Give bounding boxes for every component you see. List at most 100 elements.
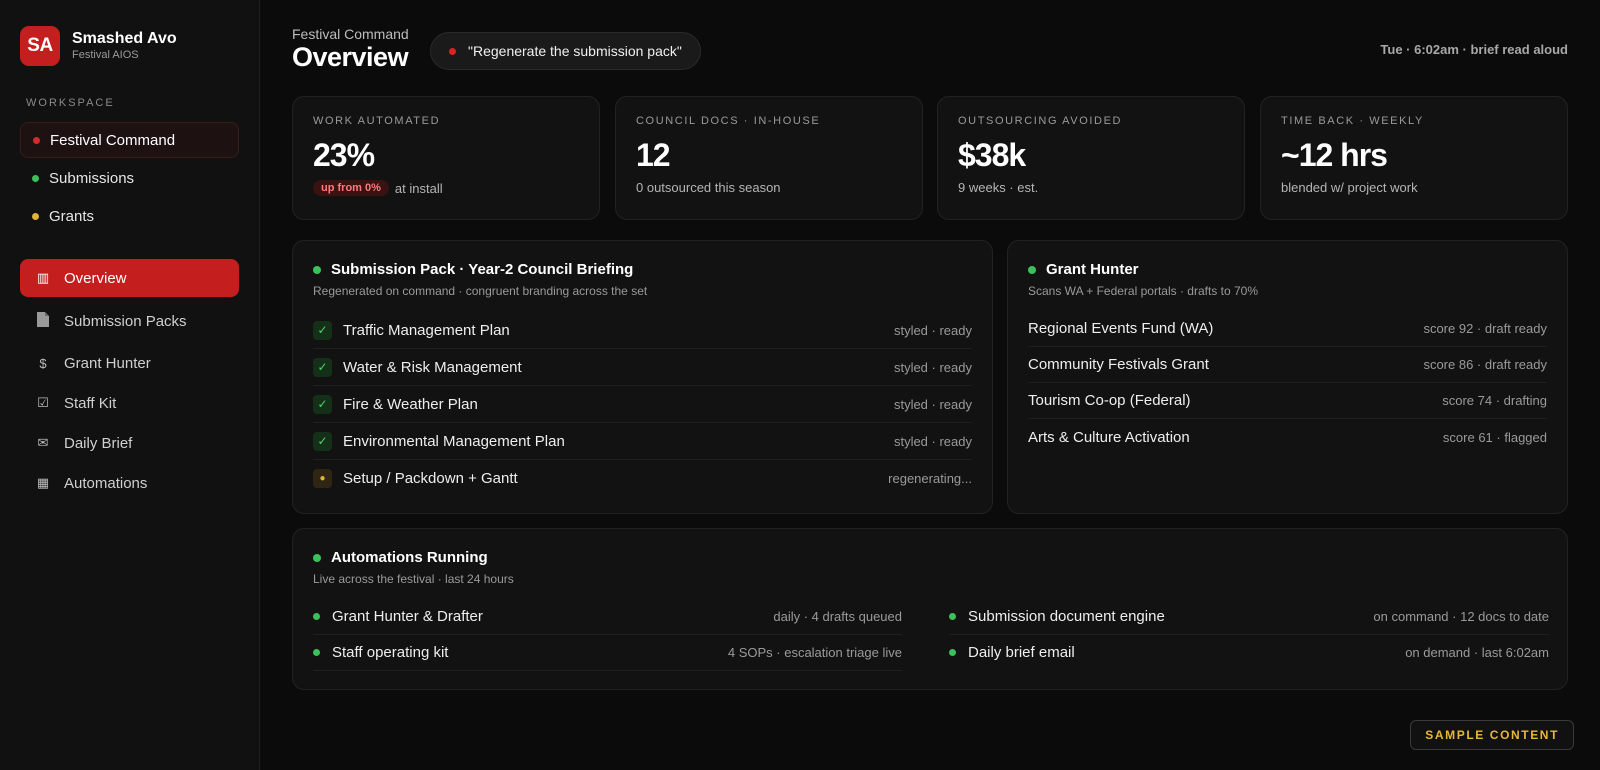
mail-icon: ✉ bbox=[37, 435, 49, 450]
nav-item-automations[interactable]: ▦ Automations bbox=[20, 464, 239, 502]
kpi-sub: blended w/ project work bbox=[1281, 180, 1418, 195]
row-status: on demand · last 6:02am bbox=[1405, 645, 1549, 660]
automation-row[interactable]: Staff operating kit 4 SOPs · escalation … bbox=[313, 634, 902, 671]
automation-row[interactable]: Grant Hunter & Drafter daily · 4 drafts … bbox=[313, 598, 902, 635]
row-label: Environmental Management Plan bbox=[343, 432, 565, 450]
page-title: Overview bbox=[292, 42, 409, 72]
main-content: Festival Command Overview "Regenerate th… bbox=[292, 0, 1568, 770]
grant-row[interactable]: Tourism Co-op (Federal) score 74 · draft… bbox=[1028, 383, 1547, 419]
nav-item-label: Staff Kit bbox=[64, 394, 117, 412]
submission-pack-panel: Submission Pack · Year-2 Council Briefin… bbox=[292, 240, 993, 514]
row-status: on command · 12 docs to date bbox=[1373, 608, 1549, 624]
nav-item-label: Overview bbox=[64, 269, 127, 287]
status-dot bbox=[313, 648, 320, 656]
panel-title: Grant Hunter bbox=[1046, 261, 1139, 278]
status-dot bbox=[32, 174, 39, 182]
row-label: Setup / Packdown + Gantt bbox=[343, 470, 518, 487]
workspace-item-festival-command[interactable]: Festival Command bbox=[20, 122, 239, 158]
nav-item-daily-brief[interactable]: ✉ Daily Brief bbox=[20, 424, 239, 462]
document-icon bbox=[34, 311, 52, 331]
nav-item-label: Submission Packs bbox=[64, 312, 187, 330]
nav-item-label: Automations bbox=[64, 474, 148, 492]
status-dot bbox=[1028, 265, 1036, 274]
workspace-item-grants[interactable]: Grants bbox=[20, 198, 239, 234]
row-label: Tourism Co-op (Federal) bbox=[1028, 392, 1191, 409]
row-label: Staff operating kit bbox=[332, 643, 449, 661]
submission-row[interactable]: ✓ Fire & Weather Plan styled · ready bbox=[313, 386, 972, 423]
grant-row[interactable]: Community Festivals Grant score 86 · dra… bbox=[1028, 347, 1547, 383]
status-dot bbox=[949, 649, 956, 656]
status-dot bbox=[313, 612, 320, 620]
nav-item-label: Daily Brief bbox=[64, 434, 133, 452]
brand-name: Smashed Avo bbox=[72, 30, 177, 47]
automation-row[interactable]: Daily brief email on demand · last 6:02a… bbox=[949, 634, 1549, 671]
workspace-item-label: Submissions bbox=[49, 169, 135, 187]
row-status: 4 SOPs · escalation triage live bbox=[727, 644, 902, 660]
status-dot bbox=[32, 212, 39, 220]
kpi-value: $38k bbox=[958, 137, 1026, 173]
row-label: Fire & Weather Plan bbox=[343, 395, 478, 413]
workspace-item-label: Festival Command bbox=[50, 131, 176, 149]
dollar-icon: $ bbox=[39, 355, 47, 371]
row-status: styled · ready bbox=[893, 396, 972, 412]
nav-item-grant-hunter[interactable]: $ Grant Hunter bbox=[20, 344, 239, 382]
voice-command-text: "Regenerate the submission pack" bbox=[468, 43, 682, 59]
row-label: Community Festivals Grant bbox=[1028, 356, 1209, 373]
grant-row[interactable]: Arts & Culture Activation score 61 · fla… bbox=[1028, 419, 1547, 455]
check-icon: ✓ bbox=[313, 394, 332, 414]
voice-command-pill[interactable]: "Regenerate the submission pack" bbox=[430, 32, 701, 70]
grant-row[interactable]: Regional Events Fund (WA) score 92 · dra… bbox=[1028, 311, 1547, 347]
table-icon: ▦ bbox=[36, 475, 50, 490]
check-icon: ✓ bbox=[313, 431, 332, 451]
workspace-item-label: Grants bbox=[49, 207, 95, 225]
panel-title: Submission Pack · Year-2 Council Briefin… bbox=[331, 261, 634, 278]
row-label: Grant Hunter & Drafter bbox=[332, 607, 483, 625]
submission-row[interactable]: ✓ Environmental Management Plan styled ·… bbox=[313, 423, 972, 460]
brand[interactable]: SA Smashed Avo Festival AIOS bbox=[20, 26, 177, 66]
pending-icon: ● bbox=[313, 469, 332, 488]
row-label: Daily brief email bbox=[968, 644, 1075, 661]
kpi-value: 12 bbox=[636, 137, 671, 173]
kpi-badge: up from 0% bbox=[313, 180, 389, 196]
recording-dot-icon bbox=[449, 47, 456, 55]
nav-item-submission-packs[interactable]: Submission Packs bbox=[20, 302, 239, 340]
kpi-outsourcing-avoided: OUTSOURCING AVOIDED $38k 9 weeks · est. bbox=[937, 96, 1245, 220]
workspace-label: WORKSPACE bbox=[26, 97, 115, 109]
status-dot bbox=[949, 612, 956, 620]
checkbox-icon: ☑ bbox=[37, 395, 49, 410]
kpi-value: ~12 hrs bbox=[1281, 137, 1388, 173]
kpi-work-automated: WORK AUTOMATED 23% up from 0% at install bbox=[292, 96, 600, 220]
panel-subtitle: Scans WA + Federal portals · drafts to 7… bbox=[1028, 284, 1258, 298]
row-status: styled · ready bbox=[893, 433, 972, 449]
panel-subtitle: Regenerated on command · congruent brand… bbox=[313, 284, 648, 298]
submission-row[interactable]: ✓ Water & Risk Management styled · ready bbox=[313, 349, 972, 386]
row-label: Submission document engine bbox=[968, 607, 1165, 625]
kpi-council-docs: COUNCIL DOCS · IN-HOUSE 12 0 outsourced … bbox=[615, 96, 923, 220]
nav-item-label: Grant Hunter bbox=[64, 354, 151, 372]
nav-item-overview[interactable]: ▥ Overview bbox=[20, 259, 239, 297]
submission-row[interactable]: ● Setup / Packdown + Gantt regenerating.… bbox=[313, 460, 972, 497]
workspace-item-submissions[interactable]: Submissions bbox=[20, 160, 239, 196]
row-label: Arts & Culture Activation bbox=[1028, 428, 1190, 446]
automation-row[interactable]: Submission document engine on command · … bbox=[949, 598, 1549, 635]
submission-row[interactable]: ✓ Traffic Management Plan styled · ready bbox=[313, 312, 972, 349]
row-label: Traffic Management Plan bbox=[343, 321, 510, 339]
row-label: Regional Events Fund (WA) bbox=[1028, 320, 1214, 337]
panel-subtitle: Live across the festival · last 24 hours bbox=[313, 572, 514, 586]
row-status: score 86 · draft ready bbox=[1423, 357, 1547, 372]
grid-icon: ▥ bbox=[36, 270, 50, 285]
breadcrumb: Festival Command bbox=[292, 26, 409, 42]
kpi-value: 23% bbox=[313, 137, 375, 173]
sidebar: SA Smashed Avo Festival AIOS WORKSPACE F… bbox=[0, 0, 260, 770]
row-status: styled · ready bbox=[893, 322, 972, 338]
kpi-sub: 9 weeks · est. bbox=[958, 180, 1039, 195]
brand-logo: SA bbox=[20, 26, 60, 66]
row-label: Water & Risk Management bbox=[343, 358, 522, 376]
row-status: score 61 · flagged bbox=[1442, 429, 1547, 445]
row-status: score 74 · drafting bbox=[1442, 393, 1547, 408]
grant-hunter-panel: Grant Hunter Scans WA + Federal portals … bbox=[1007, 240, 1568, 514]
status-dot bbox=[313, 265, 321, 274]
nav-item-staff-kit[interactable]: ☑ Staff Kit bbox=[20, 384, 239, 422]
automations-panel: Automations Running Live across the fest… bbox=[292, 528, 1568, 690]
kpi-label: TIME BACK · WEEKLY bbox=[1281, 115, 1424, 127]
